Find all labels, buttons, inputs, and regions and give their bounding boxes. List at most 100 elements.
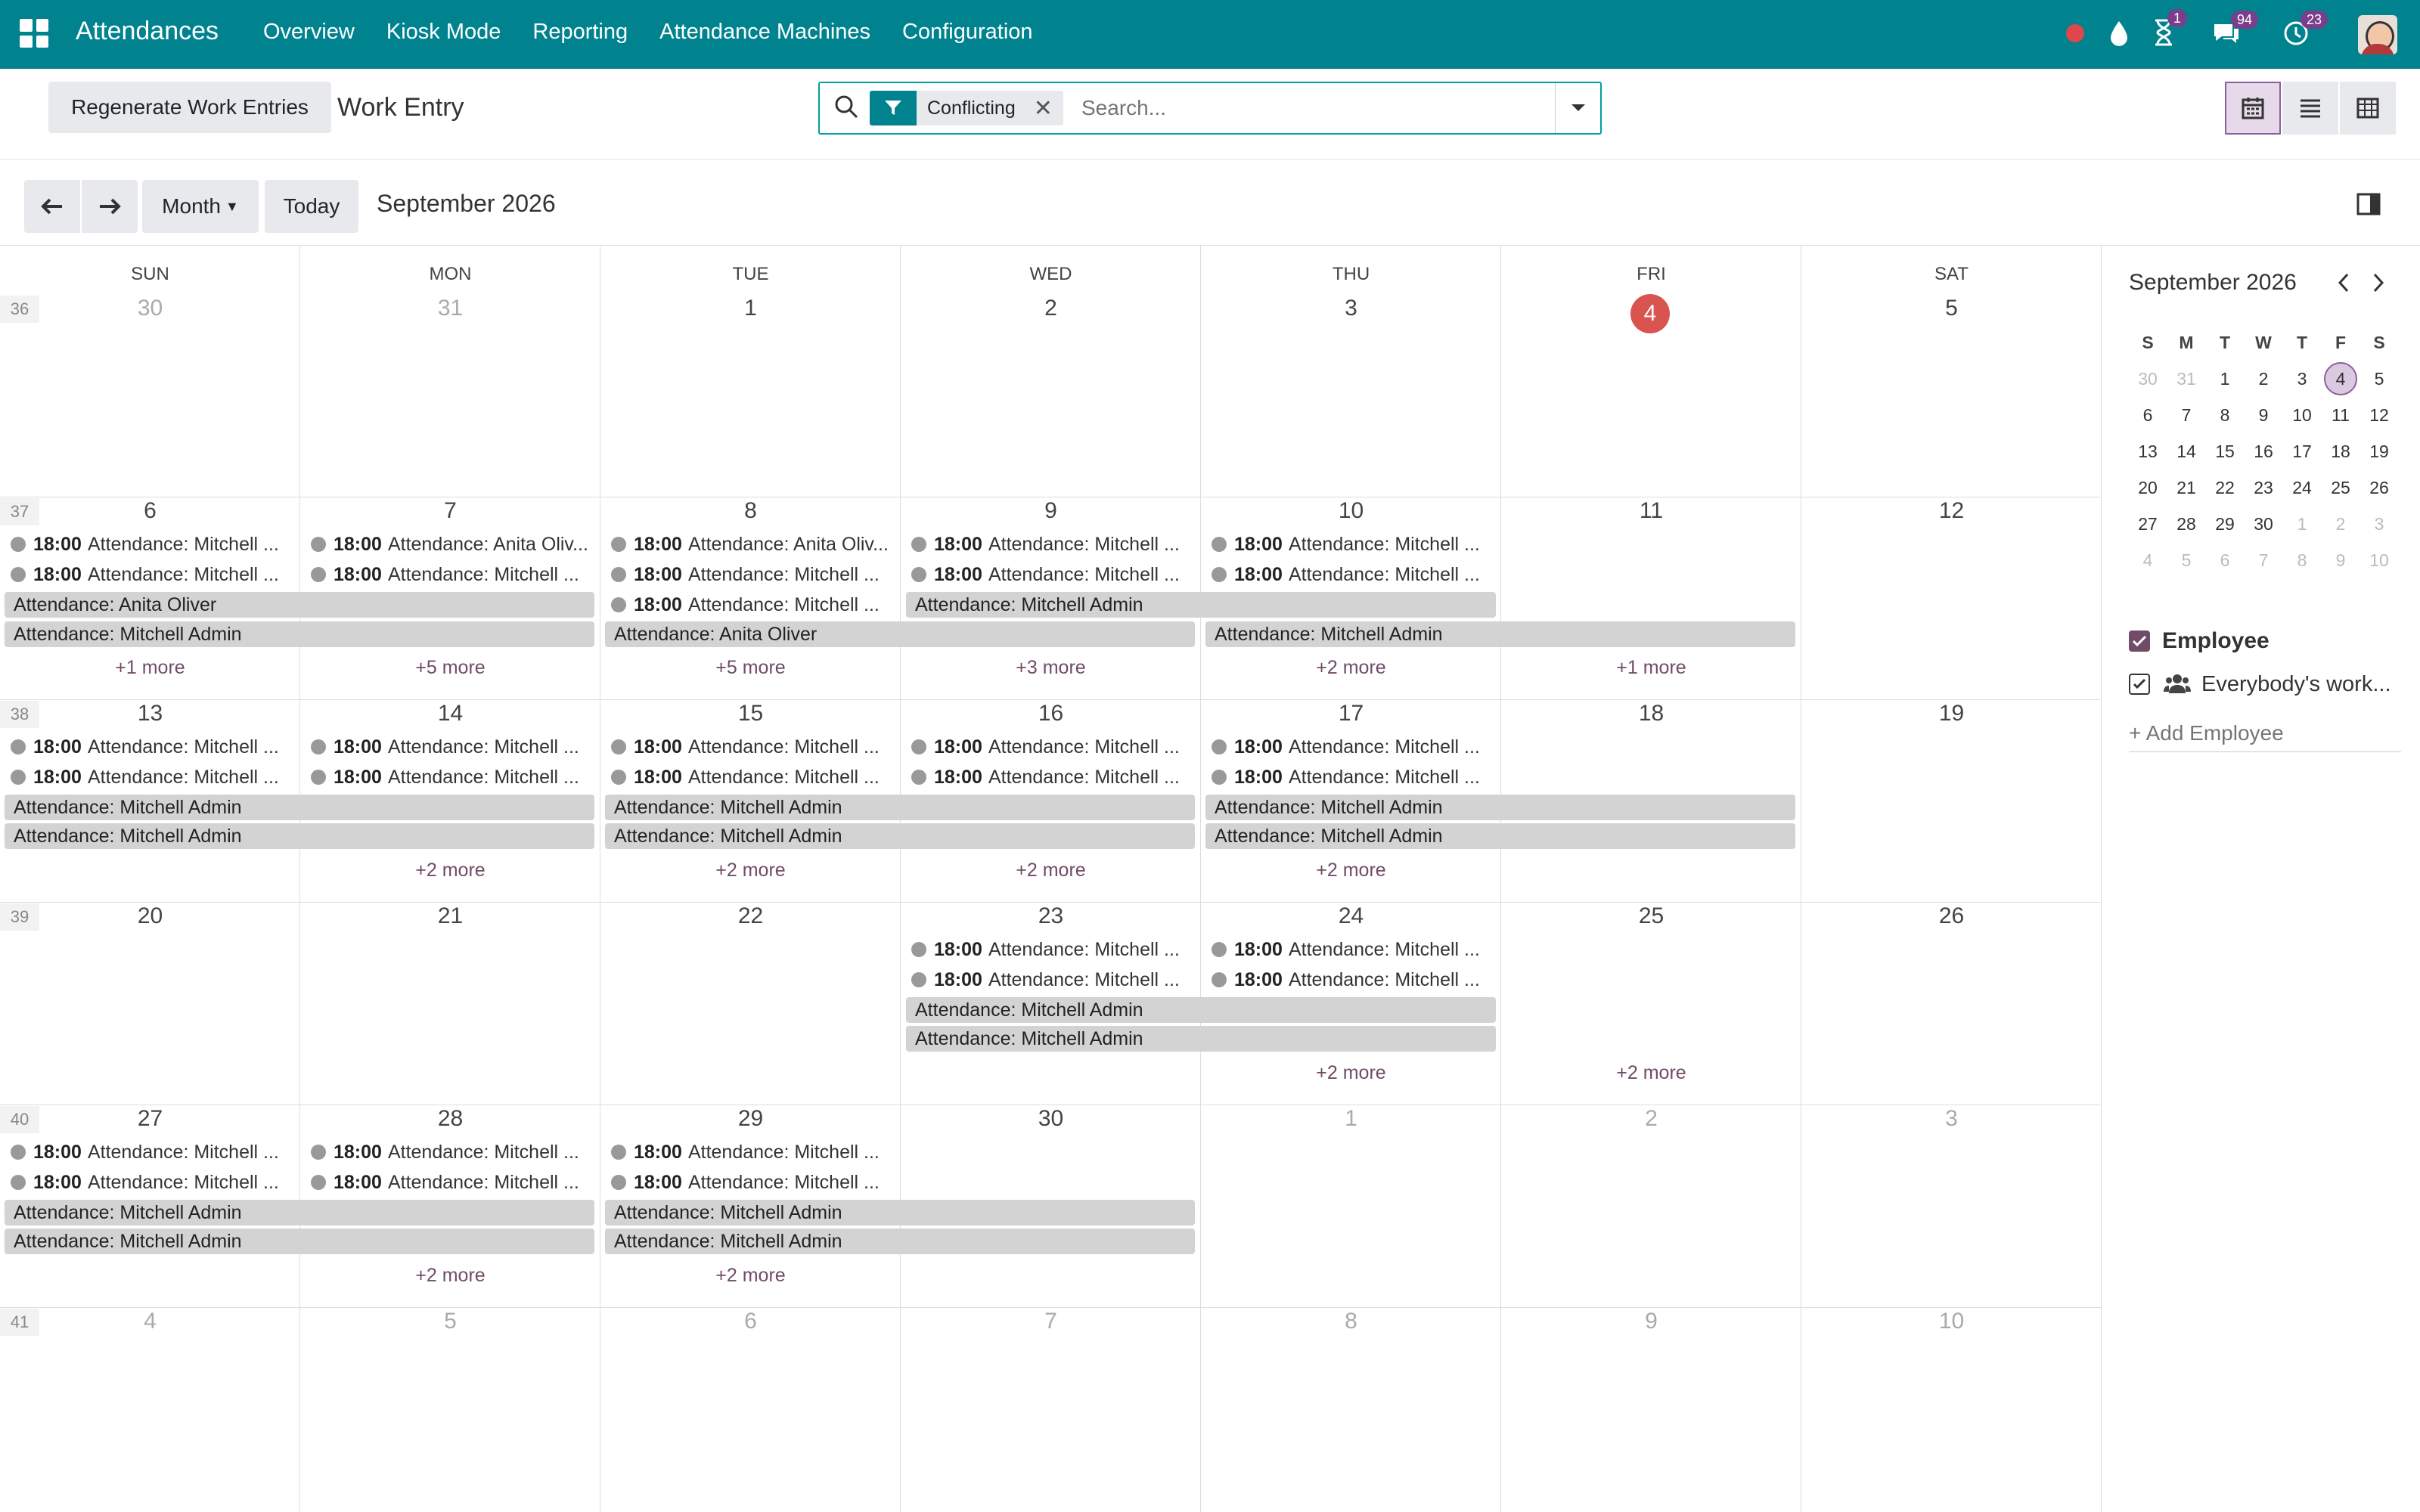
day-number[interactable]: 2 <box>1501 1106 1801 1132</box>
mini-day[interactable]: 2 <box>2322 506 2360 542</box>
calendar-event[interactable]: 18:00 Attendance: Mitchell ... <box>11 763 290 792</box>
calendar-view-button[interactable] <box>2225 82 2281 135</box>
day-number[interactable]: 15 <box>600 701 901 727</box>
search-options-toggle[interactable] <box>1555 83 1600 133</box>
day-number[interactable]: 21 <box>300 903 600 929</box>
next-button[interactable] <box>82 180 138 233</box>
calendar-event[interactable]: 18:00 Attendance: Mitchell ... <box>1212 733 1491 761</box>
calendar-event[interactable]: 18:00 Attendance: Mitchell ... <box>911 733 1191 761</box>
calendar-event-bar[interactable]: Attendance: Mitchell Admin <box>5 621 594 647</box>
mini-day[interactable]: 8 <box>2283 542 2321 578</box>
mini-next-icon[interactable] <box>2371 271 2386 298</box>
mini-day[interactable]: 7 <box>2245 542 2282 578</box>
calendar-event[interactable]: 18:00 Attendance: Mitchell ... <box>311 1138 591 1167</box>
search-bar[interactable]: Conflicting ✕ <box>818 82 1602 135</box>
more-link[interactable]: +2 more <box>300 860 600 881</box>
mini-day[interactable]: 10 <box>2360 542 2398 578</box>
mini-day[interactable]: 30 <box>2245 506 2282 542</box>
mini-day[interactable]: 25 <box>2322 469 2360 506</box>
calendar-event[interactable]: 18:00 Attendance: Anita Oliv... <box>311 530 591 559</box>
calendar-event[interactable]: 18:00 Attendance: Mitchell ... <box>1212 935 1491 964</box>
day-number[interactable]: 10 <box>1201 498 1501 524</box>
day-number[interactable]: 20 <box>0 903 300 929</box>
day-number[interactable]: 14 <box>300 701 600 727</box>
day-number[interactable]: 27 <box>0 1106 300 1132</box>
day-number[interactable]: 1 <box>1201 1106 1501 1132</box>
mini-day[interactable]: 31 <box>2167 361 2205 397</box>
day-number[interactable]: 22 <box>600 903 901 929</box>
calendar-event-bar[interactable]: Attendance: Mitchell Admin <box>605 1200 1195 1225</box>
mini-day[interactable]: 19 <box>2360 433 2398 469</box>
mini-day[interactable]: 16 <box>2245 433 2282 469</box>
day-number[interactable]: 4 <box>0 1309 300 1334</box>
pivot-view-button[interactable] <box>2340 82 2396 135</box>
day-number[interactable]: 18 <box>1501 701 1801 727</box>
calendar-event-bar[interactable]: Attendance: Mitchell Admin <box>5 823 594 849</box>
scale-dropdown[interactable]: Month ▼ <box>142 180 259 233</box>
mini-day[interactable]: 7 <box>2167 397 2205 433</box>
calendar-event[interactable]: 18:00 Attendance: Mitchell ... <box>311 1168 591 1197</box>
mini-day[interactable]: 27 <box>2129 506 2167 542</box>
day-number[interactable]: 11 <box>1501 498 1801 524</box>
mini-day[interactable]: 14 <box>2167 433 2205 469</box>
day-number[interactable]: 13 <box>0 701 300 727</box>
calendar-event[interactable]: 18:00 Attendance: Mitchell ... <box>11 1138 290 1167</box>
calendar-event[interactable]: 18:00 Attendance: Mitchell ... <box>611 1168 891 1197</box>
day-number[interactable]: 19 <box>1801 701 2102 727</box>
mini-day[interactable]: 24 <box>2283 469 2321 506</box>
calendar-event-bar[interactable]: Attendance: Mitchell Admin <box>5 795 594 820</box>
calendar-event[interactable]: 18:00 Attendance: Mitchell ... <box>311 763 591 792</box>
calendar-event-bar[interactable]: Attendance: Mitchell Admin <box>906 997 1496 1023</box>
mini-day[interactable]: 1 <box>2283 506 2321 542</box>
everybody-checkbox[interactable] <box>2129 674 2150 695</box>
day-number[interactable]: 30 <box>0 296 300 321</box>
avatar[interactable] <box>2358 15 2397 54</box>
mini-day[interactable]: 15 <box>2206 433 2244 469</box>
menu-reporting[interactable]: Reporting <box>532 20 628 45</box>
mini-day[interactable]: 17 <box>2283 433 2321 469</box>
mini-day[interactable]: 5 <box>2360 361 2398 397</box>
calendar-event[interactable]: 18:00 Attendance: Mitchell ... <box>11 1168 290 1197</box>
day-number[interactable]: 25 <box>1501 903 1801 929</box>
calendar-event-bar[interactable]: Attendance: Mitchell Admin <box>906 1026 1496 1052</box>
menu-configuration[interactable]: Configuration <box>902 20 1033 45</box>
calendar-event[interactable]: 18:00 Attendance: Mitchell ... <box>311 560 591 589</box>
more-link[interactable]: +5 more <box>300 657 600 679</box>
day-number[interactable]: 16 <box>901 701 1201 727</box>
mini-day[interactable]: 8 <box>2206 397 2244 433</box>
app-title[interactable]: Attendances <box>76 17 219 46</box>
mini-day[interactable]: 6 <box>2129 397 2167 433</box>
more-link[interactable]: +2 more <box>1201 1062 1501 1084</box>
day-number[interactable]: 9 <box>901 498 1201 524</box>
calendar-event[interactable]: 18:00 Attendance: Mitchell ... <box>911 763 1191 792</box>
mini-day[interactable]: 3 <box>2360 506 2398 542</box>
mini-day[interactable]: 12 <box>2360 397 2398 433</box>
calendar-event-bar[interactable]: Attendance: Anita Oliver <box>5 592 594 618</box>
calendar-event[interactable]: 18:00 Attendance: Mitchell ... <box>911 530 1191 559</box>
mini-day[interactable]: 5 <box>2167 542 2205 578</box>
more-link[interactable]: +2 more <box>901 860 1201 881</box>
menu-attendance-machines[interactable]: Attendance Machines <box>659 20 870 45</box>
drop-icon[interactable] <box>2108 18 2130 48</box>
mini-day[interactable]: 21 <box>2167 469 2205 506</box>
calendar-event[interactable]: 18:00 Attendance: Mitchell ... <box>11 733 290 761</box>
calendar-event-bar[interactable]: Attendance: Mitchell Admin <box>1205 621 1795 647</box>
more-link[interactable]: +2 more <box>1501 1062 1801 1084</box>
mini-day-selected[interactable]: 4 <box>2322 361 2360 397</box>
remove-facet-icon[interactable]: ✕ <box>1034 95 1053 122</box>
previous-button[interactable] <box>24 180 80 233</box>
day-number[interactable]: 3 <box>1201 296 1501 321</box>
calendar-event[interactable]: 18:00 Attendance: Mitchell ... <box>1212 763 1491 792</box>
calendar-event[interactable]: 18:00 Attendance: Mitchell ... <box>611 733 891 761</box>
day-number[interactable]: 29 <box>600 1106 901 1132</box>
mini-day[interactable]: 20 <box>2129 469 2167 506</box>
calendar-event-bar[interactable]: Attendance: Mitchell Admin <box>5 1200 594 1225</box>
day-number[interactable]: 30 <box>901 1106 1201 1132</box>
calendar-event[interactable]: 18:00 Attendance: Mitchell ... <box>1212 965 1491 994</box>
add-employee-input[interactable] <box>2129 714 2401 752</box>
more-link[interactable]: +3 more <box>901 657 1201 679</box>
calendar-event-bar[interactable]: Attendance: Mitchell Admin <box>906 592 1496 618</box>
mini-day[interactable]: 29 <box>2206 506 2244 542</box>
mini-day[interactable]: 28 <box>2167 506 2205 542</box>
calendar-event[interactable]: 18:00 Attendance: Mitchell ... <box>11 530 290 559</box>
